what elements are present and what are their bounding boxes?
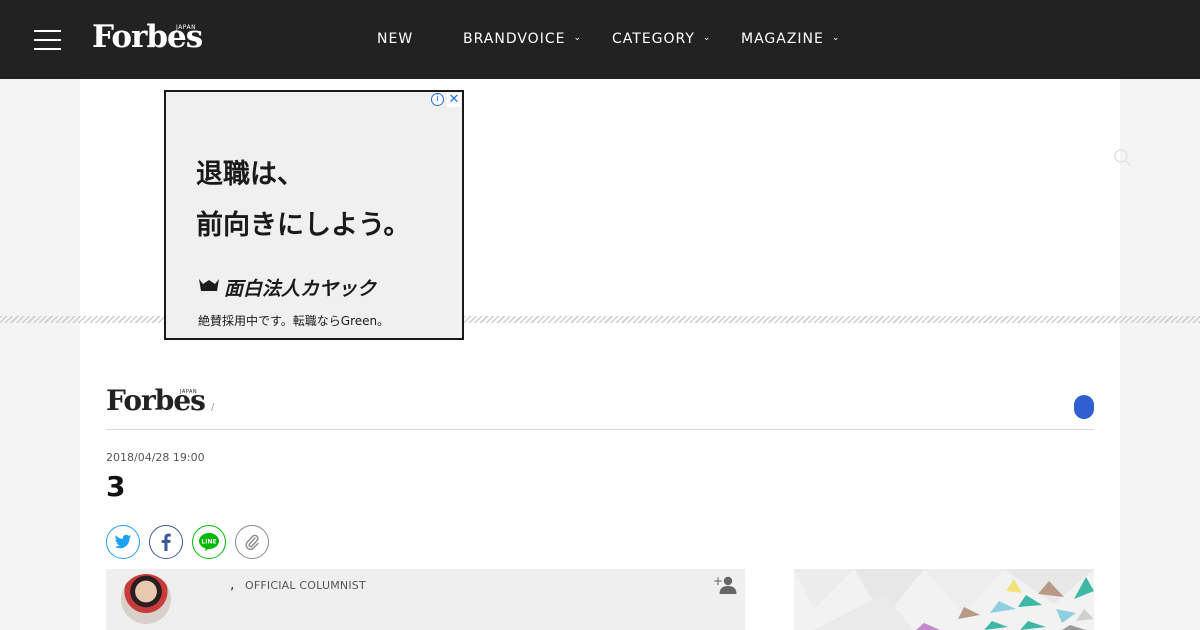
nav-brandvoice[interactable]: BRANDVOICE ⌄ (463, 31, 582, 49)
header-divider (106, 429, 1094, 430)
author-avatar[interactable] (121, 574, 171, 624)
search-icon[interactable] (1113, 148, 1133, 168)
chevron-down-icon: ⌄ (831, 33, 841, 43)
ad-brand: 面白法人カヤック (224, 278, 377, 300)
triangle-pattern-image (794, 569, 1094, 630)
forbes-logo[interactable]: Forbes (92, 17, 203, 57)
breadcrumb-separator: / (211, 402, 215, 413)
ad-tagline: 絶賛採用中です。転職ならGreen。 (198, 314, 390, 328)
top-nav-bar: Forbes JAPAN NEW BRANDVOICE ⌄ CATEGORY ⌄ M… (0, 0, 1200, 79)
chevron-down-icon: ⌄ (702, 33, 712, 43)
share-facebook-button[interactable] (149, 525, 183, 559)
author-role: OFFICIAL COLUMNIST (245, 579, 366, 592)
kayac-logo-icon (199, 279, 219, 291)
ad-info-icon[interactable]: i (431, 93, 444, 106)
article-logo-japan-label: JAPAN (180, 389, 198, 395)
nav-new[interactable]: NEW (377, 31, 413, 47)
author-name-separator: , (230, 577, 235, 593)
follow-author-icon[interactable]: + (713, 575, 737, 595)
line-icon: LINE (199, 533, 219, 551)
ad-banner[interactable]: i ✕ 退職は、 前向きにしよう。 面白法人カヤック 絶賛採用中です。転職ならG… (164, 90, 464, 340)
svg-text:+: + (713, 575, 723, 588)
share-twitter-button[interactable] (106, 525, 140, 559)
notification-dot[interactable] (1074, 395, 1094, 419)
ad-headline-1: 退職は、 (196, 159, 304, 190)
ad-headline-2: 前向きにしよう。 (196, 210, 411, 241)
side-banner[interactable] (794, 569, 1094, 630)
menu-icon[interactable] (34, 30, 61, 50)
copy-link-button[interactable] (235, 525, 269, 559)
author-box: , OFFICIAL COLUMNIST + (106, 569, 745, 630)
nav-magazine[interactable]: MAGAZINE ⌄ (741, 31, 840, 49)
logo-japan-label: JAPAN (176, 24, 197, 31)
twitter-icon (114, 534, 132, 549)
share-line-button[interactable]: LINE (192, 525, 226, 559)
article-title: 3 (106, 470, 126, 503)
article-date: 2018/04/28 19:00 (106, 451, 205, 464)
facebook-icon (161, 533, 171, 551)
chevron-down-icon: ⌄ (573, 33, 582, 43)
link-icon (245, 534, 259, 550)
svg-text:LINE: LINE (201, 539, 216, 546)
nav-category[interactable]: CATEGORY ⌄ (612, 31, 711, 49)
ad-close-icon[interactable]: ✕ (447, 93, 461, 107)
